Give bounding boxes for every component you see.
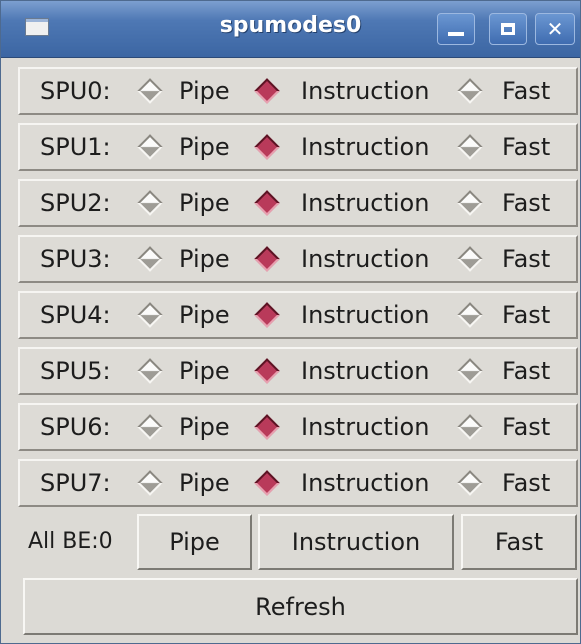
instruction-radio-label[interactable]: Instruction <box>301 245 429 273</box>
fast-radio[interactable] <box>457 414 483 440</box>
fast-radio-label[interactable]: Fast <box>502 133 550 161</box>
fast-radio[interactable] <box>457 302 483 328</box>
spu-row: SPU3: Pipe Instruction Fast <box>18 235 578 283</box>
instruction-radio[interactable] <box>254 246 280 272</box>
spu-row: SPU0: Pipe Instruction Fast <box>18 67 578 115</box>
fast-radio[interactable] <box>457 358 483 384</box>
fast-radio[interactable] <box>457 134 483 160</box>
spu-row: SPU7: Pipe Instruction Fast <box>18 459 578 507</box>
fast-radio[interactable] <box>457 246 483 272</box>
instruction-radio-label[interactable]: Instruction <box>301 301 429 329</box>
fast-radio-label[interactable]: Fast <box>502 77 550 105</box>
pipe-radio-label[interactable]: Pipe <box>179 189 230 217</box>
pipe-radio-label[interactable]: Pipe <box>179 413 230 441</box>
instruction-radio[interactable] <box>254 414 280 440</box>
pipe-radio-label[interactable]: Pipe <box>179 357 230 385</box>
fast-radio-label[interactable]: Fast <box>502 245 550 273</box>
pipe-radio[interactable] <box>137 134 163 160</box>
spu-label: SPU3: <box>40 245 111 273</box>
pipe-radio[interactable] <box>137 78 163 104</box>
all-instruction-button[interactable]: Instruction <box>258 514 454 570</box>
pipe-radio[interactable] <box>137 470 163 496</box>
pipe-radio[interactable] <box>137 302 163 328</box>
pipe-radio-label[interactable]: Pipe <box>179 245 230 273</box>
spu-row: SPU5: Pipe Instruction Fast <box>18 347 578 395</box>
instruction-radio[interactable] <box>254 358 280 384</box>
instruction-radio[interactable] <box>254 302 280 328</box>
fast-radio-label[interactable]: Fast <box>502 469 550 497</box>
spu-label: SPU5: <box>40 357 111 385</box>
instruction-radio[interactable] <box>254 78 280 104</box>
spu-label: SPU1: <box>40 133 111 161</box>
fast-radio-label[interactable]: Fast <box>502 301 550 329</box>
titlebar[interactable]: spumodes0 ✕ <box>1 1 580 58</box>
all-fast-button[interactable]: Fast <box>461 514 577 570</box>
pipe-radio[interactable] <box>137 358 163 384</box>
pipe-radio-label[interactable]: Pipe <box>179 133 230 161</box>
instruction-radio-label[interactable]: Instruction <box>301 357 429 385</box>
spu-label: SPU7: <box>40 469 111 497</box>
pipe-radio[interactable] <box>137 414 163 440</box>
pipe-radio[interactable] <box>137 190 163 216</box>
instruction-radio-label[interactable]: Instruction <box>301 189 429 217</box>
instruction-radio-label[interactable]: Instruction <box>301 469 429 497</box>
minimize-icon <box>448 32 464 36</box>
instruction-radio-label[interactable]: Instruction <box>301 413 429 441</box>
instruction-radio[interactable] <box>254 470 280 496</box>
pipe-radio-label[interactable]: Pipe <box>179 469 230 497</box>
fast-radio-label[interactable]: Fast <box>502 413 550 441</box>
spu-row: SPU4: Pipe Instruction Fast <box>18 291 578 339</box>
instruction-radio[interactable] <box>254 134 280 160</box>
maximize-icon <box>501 23 515 35</box>
pipe-radio[interactable] <box>137 246 163 272</box>
close-icon: ✕ <box>546 17 564 41</box>
close-button[interactable]: ✕ <box>535 13 575 45</box>
maximize-button[interactable] <box>489 13 527 45</box>
pipe-radio-label[interactable]: Pipe <box>179 77 230 105</box>
spu-label: SPU0: <box>40 77 111 105</box>
instruction-radio-label[interactable]: Instruction <box>301 77 429 105</box>
instruction-radio-label[interactable]: Instruction <box>301 133 429 161</box>
fast-radio-label[interactable]: Fast <box>502 189 550 217</box>
spu-row: SPU1: Pipe Instruction Fast <box>18 123 578 171</box>
spumodes-window: spumodes0 ✕ SPU0: Pipe Instruction Fast … <box>0 0 581 644</box>
fast-radio[interactable] <box>457 470 483 496</box>
spu-label: SPU4: <box>40 301 111 329</box>
spu-row: SPU2: Pipe Instruction Fast <box>18 179 578 227</box>
all-pipe-button[interactable]: Pipe <box>137 514 252 570</box>
fast-radio[interactable] <box>457 190 483 216</box>
fast-radio[interactable] <box>457 78 483 104</box>
all-be-label: All BE:0 <box>28 529 113 554</box>
spu-row: SPU6: Pipe Instruction Fast <box>18 403 578 451</box>
instruction-radio[interactable] <box>254 190 280 216</box>
refresh-button[interactable]: Refresh <box>23 578 578 635</box>
pipe-radio-label[interactable]: Pipe <box>179 301 230 329</box>
spu-label: SPU2: <box>40 189 111 217</box>
spu-label: SPU6: <box>40 413 111 441</box>
fast-radio-label[interactable]: Fast <box>502 357 550 385</box>
minimize-button[interactable] <box>437 13 475 45</box>
